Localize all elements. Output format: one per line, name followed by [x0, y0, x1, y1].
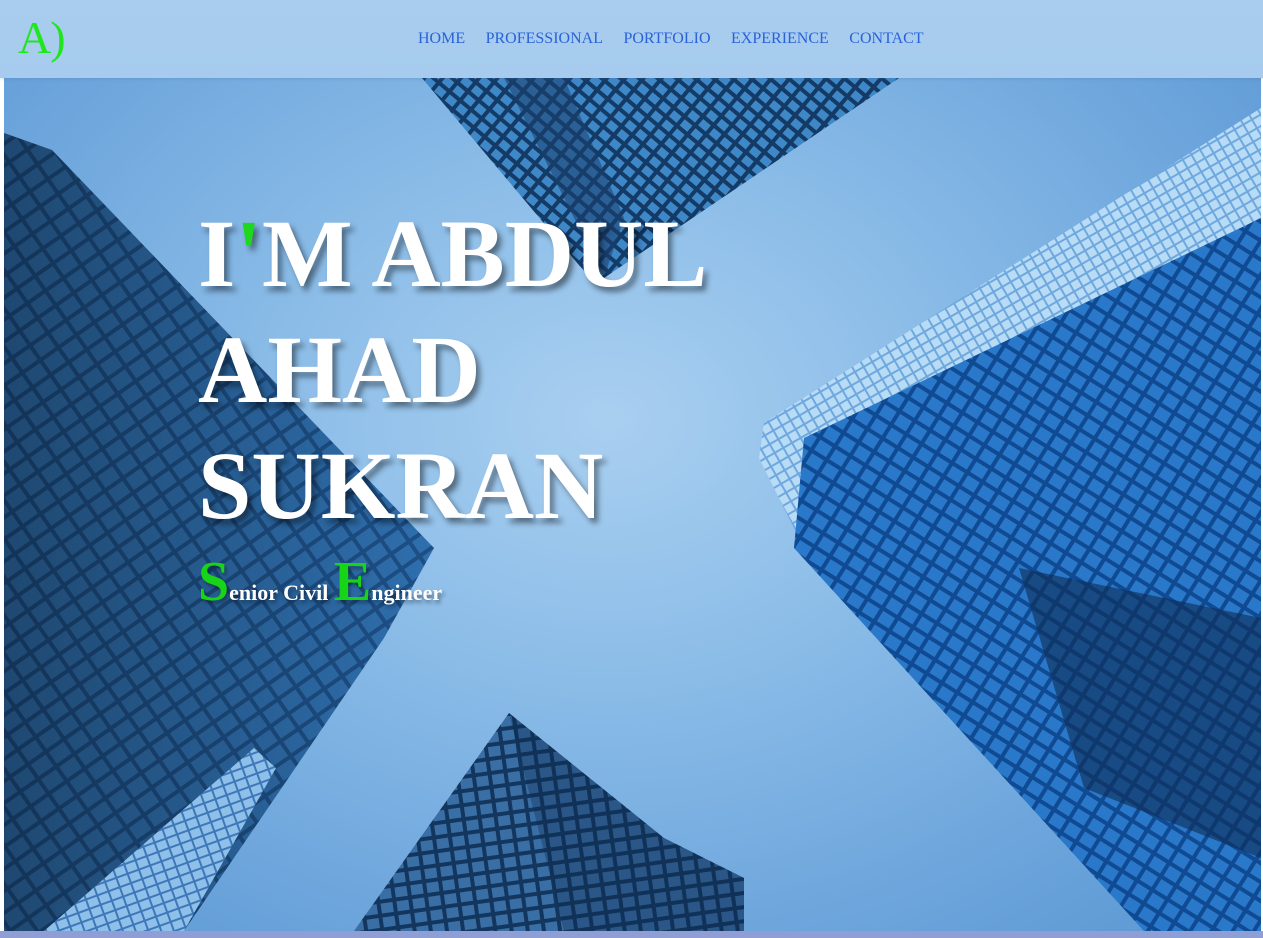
tagline-senior-civil: enior Civil: [229, 580, 334, 605]
hero-title: I'M ABDUL AHAD SUKRAN: [198, 196, 798, 544]
site-logo[interactable]: A): [18, 12, 66, 64]
hero-title-i: I: [198, 200, 236, 307]
hero-tagline: Senior Civil Engineer: [198, 552, 442, 623]
left-edge: [0, 78, 4, 931]
tagline-initial-s: S: [198, 551, 230, 613]
hero-title-line-1: I'M ABDUL: [198, 196, 798, 312]
hero-title-m-abdul: M ABDUL: [262, 200, 708, 307]
nav-link-contact[interactable]: CONTACT: [849, 29, 923, 49]
hero-title-line-3: SUKRAN: [198, 432, 604, 539]
tagline-initial-e: E: [333, 551, 372, 613]
main-nav: HOME PROFESSIONAL PORTFOLIO EXPERIENCE C…: [418, 29, 944, 49]
hero-title-line-2: AHAD: [198, 316, 481, 423]
nav-link-experience[interactable]: EXPERIENCE: [731, 29, 829, 49]
page: A) HOME PROFESSIONAL PORTFOLIO EXPERIENC…: [0, 0, 1263, 938]
nav-link-portfolio[interactable]: PORTFOLIO: [623, 29, 710, 49]
site-header: A) HOME PROFESSIONAL PORTFOLIO EXPERIENC…: [0, 0, 1263, 78]
bottom-strip: [0, 931, 1263, 938]
tagline-ngineer: ngineer: [371, 580, 443, 605]
nav-link-professional[interactable]: PROFESSIONAL: [486, 29, 603, 49]
hero-title-apostrophe: ': [235, 200, 263, 307]
nav-link-home[interactable]: HOME: [418, 29, 465, 49]
